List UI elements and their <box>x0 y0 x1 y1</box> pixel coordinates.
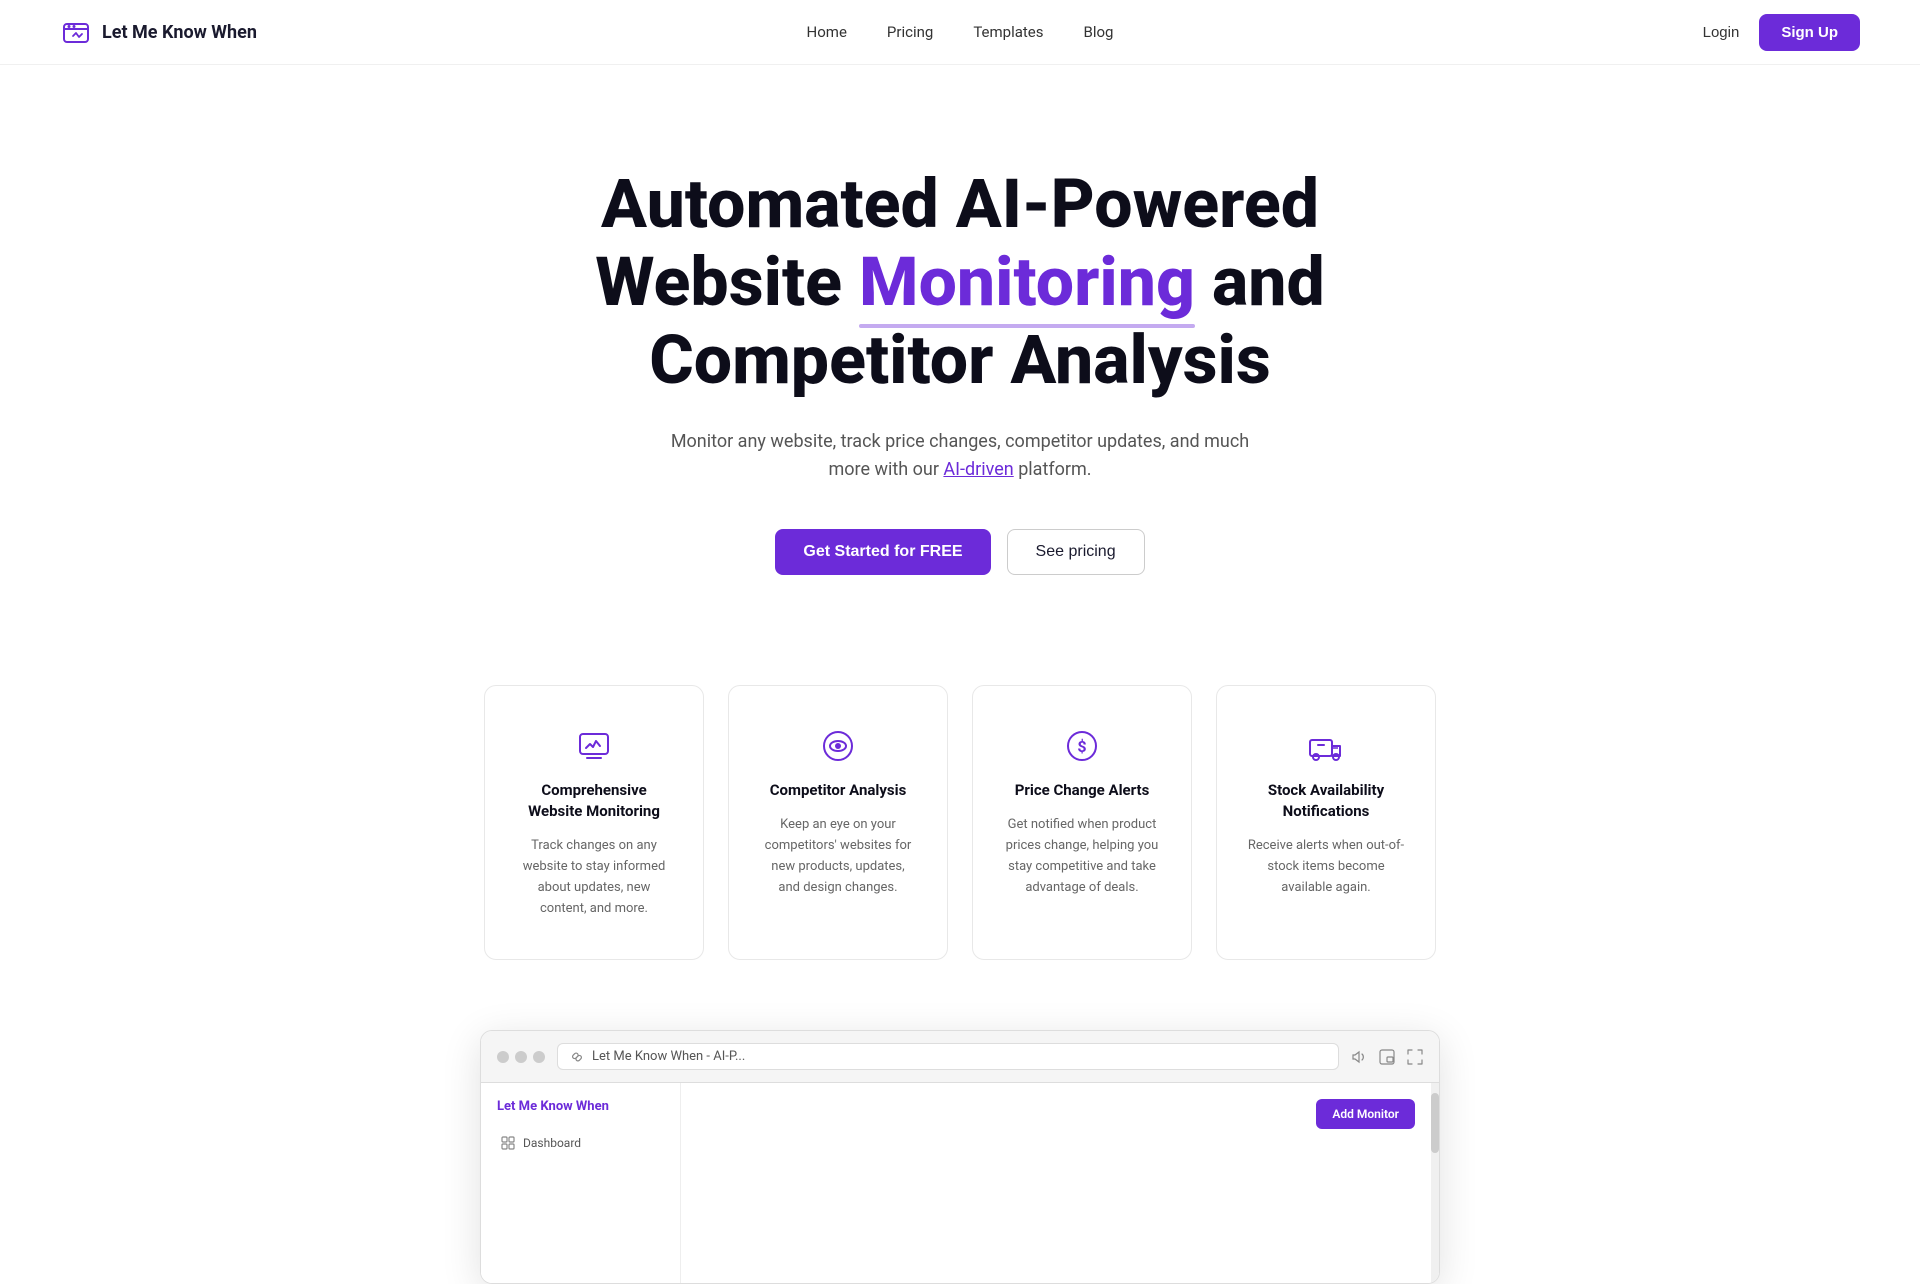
pip-icon <box>1379 1049 1395 1065</box>
hero-title-highlight: Monitoring <box>859 242 1195 322</box>
feature-card-website-monitoring: Comprehensive Website Monitoring Track c… <box>484 685 704 960</box>
browser-sidebar: Let Me Know When Dashboard <box>481 1083 681 1283</box>
link-icon <box>570 1050 584 1064</box>
fullscreen-icon <box>1407 1049 1423 1065</box>
dot-yellow <box>515 1051 527 1063</box>
dashboard-icon <box>501 1136 515 1150</box>
get-started-button[interactable]: Get Started for FREE <box>775 529 990 575</box>
feature-title-website-monitoring: Comprehensive Website Monitoring <box>515 780 673 822</box>
browser-bar: Let Me Know When - AI-P... <box>481 1031 1439 1083</box>
feature-desc-competitor-analysis: Keep an eye on your competitors' website… <box>759 815 917 898</box>
scrollbar-thumb <box>1431 1093 1439 1153</box>
nav-right: Login Sign Up <box>1703 14 1860 51</box>
nav-home[interactable]: Home <box>807 23 847 41</box>
feature-desc-website-monitoring: Track changes on any website to stay inf… <box>515 836 673 919</box>
signup-button[interactable]: Sign Up <box>1759 14 1860 51</box>
volume-icon <box>1351 1049 1367 1065</box>
browser-dots <box>497 1051 545 1063</box>
chart-pulse-icon <box>574 726 614 766</box>
hero-subtitle-end: platform. <box>1014 459 1092 480</box>
hero-buttons: Get Started for FREE See pricing <box>775 529 1144 575</box>
hero-subtitle: Monitor any website, track price changes… <box>660 428 1260 486</box>
feature-desc-price-alerts: Get notified when product prices change,… <box>1003 815 1161 898</box>
svg-text:$: $ <box>1077 737 1086 756</box>
feature-desc-stock-notifications: Receive alerts when out-of-stock items b… <box>1247 836 1405 898</box>
dot-green <box>533 1051 545 1063</box>
browser-sidebar-item-dashboard[interactable]: Dashboard <box>497 1130 664 1156</box>
browser-sidebar-logo: Let Me Know When <box>497 1099 664 1114</box>
browser-main: Add Monitor <box>681 1083 1431 1283</box>
browser-section: Let Me Know When - AI-P... <box>0 1010 1920 1284</box>
hero-title: Automated AI-Powered Website Monitoring … <box>510 165 1410 400</box>
hero-section: Automated AI-Powered Website Monitoring … <box>0 65 1920 635</box>
feature-title-stock-notifications: Stock Availability Notifications <box>1247 780 1405 822</box>
nav-pricing[interactable]: Pricing <box>887 23 933 41</box>
feature-card-competitor-analysis: Competitor Analysis Keep an eye on your … <box>728 685 948 960</box>
browser-url-text: Let Me Know When - AI-P... <box>592 1049 745 1064</box>
dot-red <box>497 1051 509 1063</box>
feature-title-competitor-analysis: Competitor Analysis <box>770 780 907 801</box>
browser-add-monitor-btn[interactable]: Add Monitor <box>1316 1099 1415 1129</box>
eye-circle-icon <box>818 726 858 766</box>
browser-content: Let Me Know When Dashboard Add Monitor <box>481 1083 1439 1283</box>
features-section: Comprehensive Website Monitoring Track c… <box>0 635 1920 1010</box>
nav-blog[interactable]: Blog <box>1083 23 1113 41</box>
nav-links: Home Pricing Templates Blog <box>807 23 1114 41</box>
browser-sidebar-dashboard-label: Dashboard <box>523 1136 581 1150</box>
feature-card-price-alerts: $ Price Change Alerts Get notified when … <box>972 685 1192 960</box>
logo[interactable]: Let Me Know When <box>60 16 257 48</box>
logo-text: Let Me Know When <box>102 22 257 43</box>
browser-controls <box>1351 1049 1423 1065</box>
ai-driven-link[interactable]: AI-driven <box>943 459 1013 480</box>
browser-scrollbar[interactable] <box>1431 1083 1439 1283</box>
browser-url-bar[interactable]: Let Me Know When - AI-P... <box>557 1043 1339 1070</box>
see-pricing-button[interactable]: See pricing <box>1007 529 1145 575</box>
browser-mockup: Let Me Know When - AI-P... <box>480 1030 1440 1284</box>
dollar-circle-icon: $ <box>1062 726 1102 766</box>
navbar: Let Me Know When Home Pricing Templates … <box>0 0 1920 65</box>
feature-card-stock-notifications: Stock Availability Notifications Receive… <box>1216 685 1436 960</box>
feature-title-price-alerts: Price Change Alerts <box>1015 780 1150 801</box>
logo-icon <box>60 16 92 48</box>
truck-box-icon <box>1306 726 1346 766</box>
nav-templates[interactable]: Templates <box>973 23 1043 41</box>
login-button[interactable]: Login <box>1703 24 1740 41</box>
